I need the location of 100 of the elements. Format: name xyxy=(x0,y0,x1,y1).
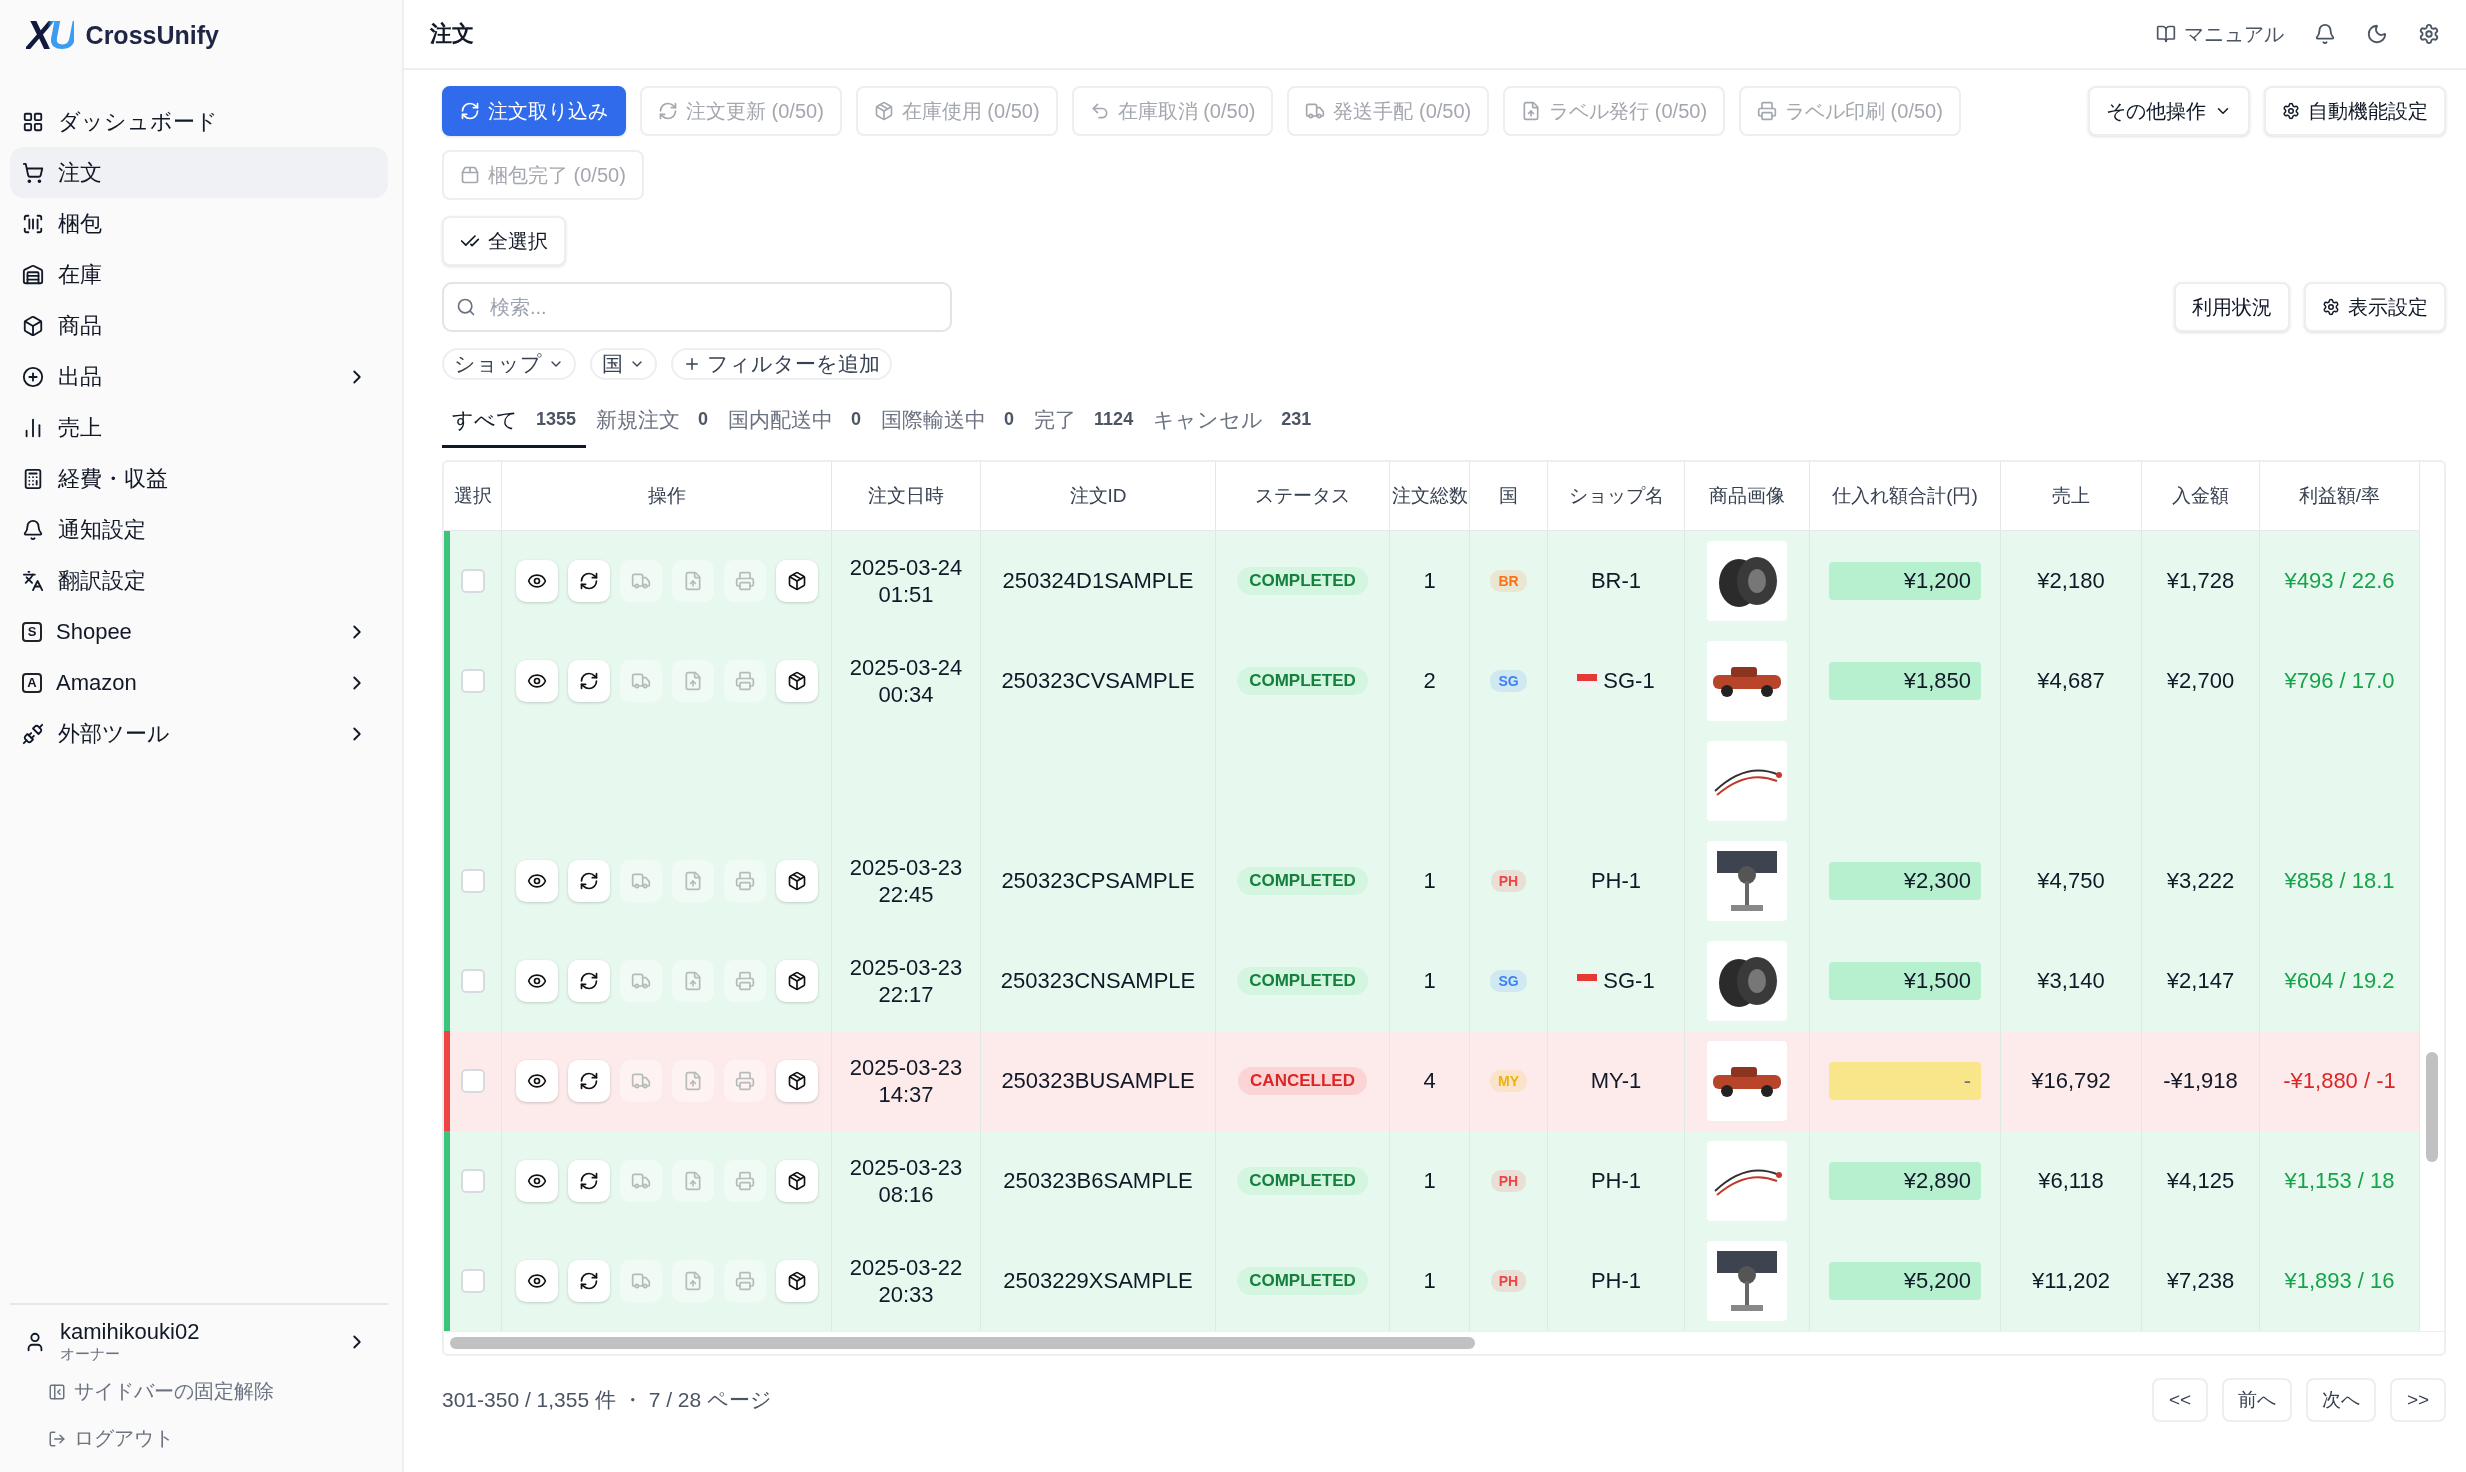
order-date: 2025-03-24 00:34 xyxy=(849,653,963,709)
row-checkbox[interactable] xyxy=(460,569,485,593)
add-filter-button[interactable]: フィルターを追加 xyxy=(671,348,892,380)
toolbar-button[interactable]: 注文取り込み xyxy=(442,86,626,136)
search-field[interactable]: 検索... xyxy=(442,282,952,332)
eye-icon xyxy=(526,671,547,691)
auto-settings-button[interactable]: 自動機能設定 xyxy=(2264,86,2446,136)
box-button[interactable] xyxy=(775,960,818,1002)
unpin-sidebar-link[interactable]: サイドバーの固定解除 xyxy=(10,1372,388,1411)
pagination-summary: 301-350 / 1,355 件 ・ 7 / 28 ページ xyxy=(442,1387,773,1413)
row-checkbox[interactable] xyxy=(460,1269,485,1293)
status-tab[interactable]: キャンセル 231 xyxy=(1143,394,1322,448)
logout-link[interactable]: ログアウト xyxy=(10,1419,388,1458)
order-quantity: 1 xyxy=(1423,1167,1436,1195)
sidebar-item[interactable]: 出品 xyxy=(10,351,342,402)
bell-icon[interactable] xyxy=(2314,23,2336,45)
deposit-amount: ¥7,238 xyxy=(2166,1267,2235,1295)
page-button[interactable]: << xyxy=(2152,1378,2208,1422)
order-quantity: 2 xyxy=(1423,667,1436,695)
sidebar-item[interactable]: 経費・収益 xyxy=(10,453,388,504)
sidebar-item[interactable]: 商品 xyxy=(10,300,388,351)
filter-dropdown[interactable]: ショップ xyxy=(442,348,576,380)
refresh-button[interactable] xyxy=(567,1260,610,1302)
deposit-amount: ¥1,728 xyxy=(2166,567,2235,595)
row-checkbox[interactable] xyxy=(460,1069,485,1093)
usage-button[interactable]: 利用状況 xyxy=(2174,282,2290,332)
status-tab[interactable]: 新規注文 0 xyxy=(586,394,719,448)
status-tab[interactable]: 国内配送中 0 xyxy=(718,394,872,448)
order-id: 250323BUSAMPLE xyxy=(1001,1067,1195,1095)
sidebar-item[interactable]: 翻訳設定 xyxy=(10,555,388,606)
status-tab[interactable]: 国際輸送中 0 xyxy=(871,394,1025,448)
eye-button[interactable] xyxy=(515,660,558,702)
refresh-button[interactable] xyxy=(567,660,610,702)
status-badge: COMPLETED xyxy=(1237,967,1368,995)
sidebar-item[interactable]: 通知設定 xyxy=(10,504,388,555)
truck-icon xyxy=(1305,101,1326,121)
eye-button[interactable] xyxy=(515,1060,558,1102)
refresh-button[interactable] xyxy=(567,1160,610,1202)
sidebar-item[interactable]: S Shopee xyxy=(10,606,342,657)
sidebar-item[interactable]: 梱包 xyxy=(10,198,388,249)
row-checkbox[interactable] xyxy=(460,1169,485,1193)
scrollbar-thumb[interactable] xyxy=(450,1337,1475,1349)
sidebar-item[interactable]: 外部ツール xyxy=(10,708,342,759)
sidebar-item[interactable]: ダッシュボード xyxy=(10,96,388,147)
settings-icon[interactable] xyxy=(2418,23,2440,45)
eye-button[interactable] xyxy=(515,560,558,602)
sidebar-item[interactable]: 売上 xyxy=(10,402,388,453)
filter-dropdown[interactable]: 国 xyxy=(590,348,657,380)
box-button[interactable] xyxy=(775,1160,818,1202)
refresh-button[interactable] xyxy=(567,1060,610,1102)
box-button[interactable] xyxy=(775,1260,818,1302)
status-tab[interactable]: 完了 1124 xyxy=(1024,394,1144,448)
order-id: 250323CNSAMPLE xyxy=(1000,967,1196,995)
profit-amount: ¥1,893 / 16 xyxy=(2284,1267,2395,1295)
order-id: 250324D1SAMPLE xyxy=(1002,567,1194,595)
user-role: オーナー xyxy=(60,1345,121,1364)
display-settings-button[interactable]: 表示設定 xyxy=(2304,282,2446,332)
sidebar-item[interactable]: A Amazon xyxy=(10,657,342,708)
moon-icon[interactable] xyxy=(2366,23,2388,45)
eye-icon xyxy=(526,871,547,891)
eye-button[interactable] xyxy=(515,1260,558,1302)
refresh-button[interactable] xyxy=(567,560,610,602)
box-button[interactable] xyxy=(775,860,818,902)
profit-amount: ¥796 / 17.0 xyxy=(2284,667,2395,695)
box-icon xyxy=(786,971,807,991)
manual-link[interactable]: マニュアル xyxy=(2156,20,2284,48)
order-date: 2025-03-23 22:45 xyxy=(849,853,963,909)
refresh-icon xyxy=(658,101,678,121)
page-button[interactable]: 次へ xyxy=(2306,1378,2376,1422)
eye-button[interactable] xyxy=(515,860,558,902)
status-tab[interactable]: すべて 1355 xyxy=(442,394,587,448)
scrollbar-thumb[interactable] xyxy=(2426,1052,2438,1162)
refresh-button[interactable] xyxy=(567,960,610,1002)
box-icon xyxy=(786,1271,807,1291)
printer-icon xyxy=(734,1071,755,1091)
select-all-button[interactable]: 全選択 xyxy=(442,216,566,266)
shop-name: PH-1 xyxy=(1590,1167,1642,1195)
sales-amount: ¥3,140 xyxy=(2037,967,2105,995)
page-button[interactable]: 前へ xyxy=(2222,1378,2292,1422)
order-id: 250323CPSAMPLE xyxy=(1001,867,1195,895)
sidebar-item[interactable]: 在庫 xyxy=(10,249,388,300)
sales-amount: ¥4,687 xyxy=(2037,667,2105,695)
box-button[interactable] xyxy=(775,660,818,702)
refresh-button[interactable] xyxy=(567,860,610,902)
eye-button[interactable] xyxy=(515,1160,558,1202)
cost-amount: - xyxy=(1829,1062,1981,1100)
eye-button[interactable] xyxy=(515,960,558,1002)
page-button[interactable]: >> xyxy=(2390,1378,2446,1422)
row-checkbox[interactable] xyxy=(460,969,485,993)
country-badge: PH xyxy=(1490,870,1527,892)
box-button[interactable] xyxy=(775,560,818,602)
row-checkbox[interactable] xyxy=(460,669,485,693)
refresh-icon xyxy=(578,1071,599,1091)
more-actions-button[interactable]: その他操作 xyxy=(2088,86,2250,136)
box-button[interactable] xyxy=(775,1060,818,1102)
cost-amount: ¥2,300 xyxy=(1829,862,1981,900)
settings-icon xyxy=(2282,102,2300,120)
row-checkbox[interactable] xyxy=(460,869,485,893)
sidebar-item[interactable]: 注文 xyxy=(10,147,388,198)
plus-icon xyxy=(683,355,701,373)
